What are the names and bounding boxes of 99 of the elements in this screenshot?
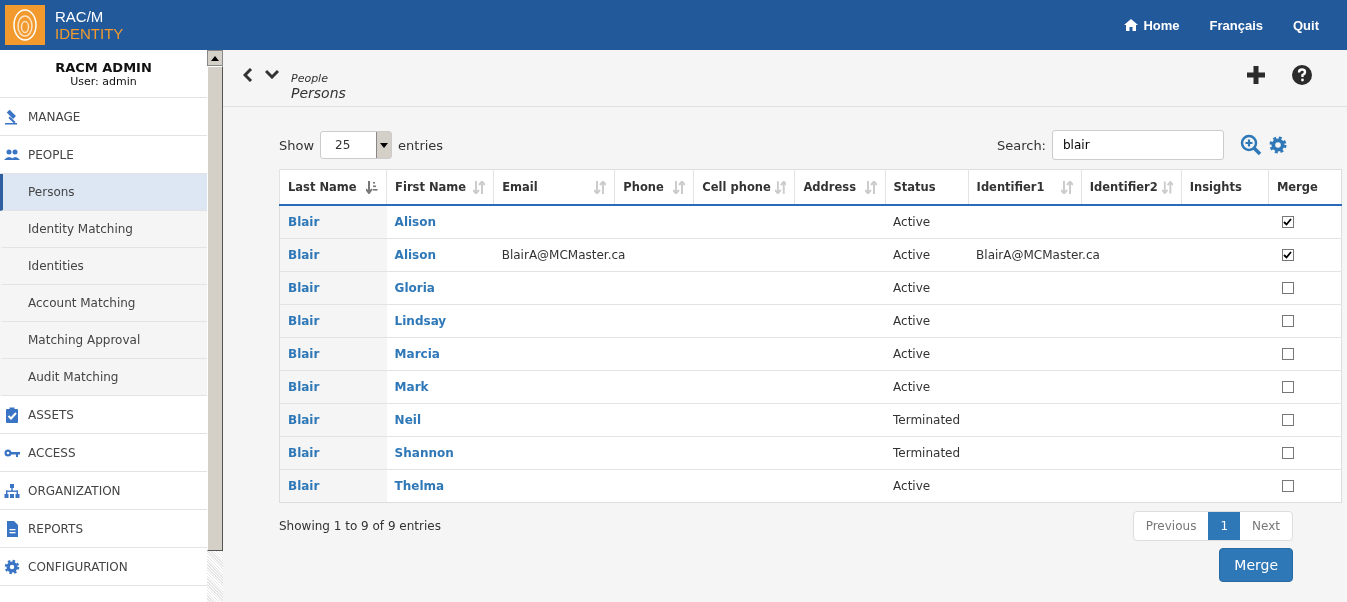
sidebar-item[interactable]: Persons <box>0 174 207 211</box>
dropdown-caret-icon <box>380 142 389 148</box>
nav-link[interactable]: Quit <box>1293 17 1319 33</box>
search-field[interactable]: blair <box>1052 130 1224 160</box>
table-cell: BlairA@MCMaster.ca <box>501 247 626 262</box>
logo-text: RAC/M <box>55 8 105 25</box>
sidebar-item[interactable]: Identities <box>0 248 207 285</box>
back-icon[interactable] <box>243 68 253 82</box>
column-header[interactable]: First Name <box>386 169 494 205</box>
plus-icon[interactable] <box>1246 65 1266 85</box>
help-icon[interactable] <box>1292 65 1312 85</box>
nav-link[interactable]: Home <box>1124 17 1180 33</box>
zoom-in-icon[interactable] <box>1240 134 1262 156</box>
table-cell: Active <box>893 346 931 361</box>
merge-checkbox[interactable] <box>1282 348 1295 360</box>
fingerprint-logo-icon <box>5 5 45 45</box>
table-cell[interactable]: Shannon <box>386 436 494 469</box>
table-cell: Active <box>893 313 931 328</box>
table-cell[interactable]: Blair <box>279 304 387 337</box>
sort-icon <box>594 180 607 194</box>
search-label: Search: <box>996 137 1046 153</box>
show-label: Show <box>279 137 315 153</box>
table-cell[interactable]: Blair <box>279 271 387 304</box>
pagination-button[interactable]: Next <box>1240 511 1292 540</box>
merge-checkbox[interactable] <box>1282 447 1295 459</box>
table-cell[interactable]: Blair <box>279 238 387 271</box>
table-cell[interactable]: Blair <box>279 436 387 469</box>
column-header[interactable]: Merge <box>1268 169 1342 205</box>
sidebar-item[interactable]: Account Matching <box>0 285 207 322</box>
gavel-icon <box>4 108 20 125</box>
table-cell[interactable]: Blair <box>279 370 387 403</box>
entries-label: entries <box>398 137 444 153</box>
table-cell: Active <box>893 379 931 394</box>
table-cell[interactable]: Gloria <box>386 271 494 304</box>
pagination-button[interactable]: Previous <box>1133 511 1209 540</box>
breadcrumb: People <box>291 72 329 85</box>
column-header[interactable]: Phone <box>614 169 694 205</box>
table-cell: Active <box>893 247 931 262</box>
user-label: User: admin <box>70 74 137 88</box>
sort-ascending-icon <box>366 180 379 194</box>
merge-button[interactable]: Merge <box>1219 547 1293 582</box>
table-cell: Terminated <box>893 445 961 460</box>
home-icon <box>1124 19 1139 31</box>
table-cell: BlairA@MCMaster.ca <box>976 247 1100 262</box>
table-cell[interactable]: Alison <box>386 238 494 271</box>
table-cell[interactable]: Blair <box>279 403 387 436</box>
sort-icon <box>774 180 787 194</box>
merge-checkbox[interactable] <box>1282 315 1295 327</box>
column-header[interactable]: Cell phone <box>693 169 795 205</box>
page-size-select[interactable]: 25 <box>320 131 393 159</box>
table-cell: Active <box>893 280 931 295</box>
logo-subtext: IDENTITY <box>55 25 124 42</box>
merge-checkbox[interactable] <box>1282 249 1295 261</box>
column-header[interactable]: Address <box>794 169 886 205</box>
merge-checkbox[interactable] <box>1282 414 1295 426</box>
merge-checkbox[interactable] <box>1282 480 1295 492</box>
pagination-button[interactable]: 1 <box>1208 511 1241 540</box>
nav-link[interactable]: Français <box>1209 17 1263 33</box>
table-cell: Terminated <box>893 412 961 427</box>
settings-icon[interactable] <box>1268 135 1288 155</box>
table-cell: Active <box>893 478 931 493</box>
scrollbar[interactable] <box>207 50 223 602</box>
clipboard-check-icon <box>4 406 20 423</box>
admin-title: RACM ADMIN <box>55 59 152 75</box>
table-cell[interactable]: Alison <box>386 205 494 238</box>
sort-icon <box>673 180 686 194</box>
sort-icon <box>1161 180 1173 194</box>
table-cell[interactable]: Blair <box>279 205 387 238</box>
sidebar-item[interactable]: Matching Approval <box>0 322 207 359</box>
merge-checkbox[interactable] <box>1282 282 1295 294</box>
scroll-up-arrow-icon[interactable] <box>211 55 219 61</box>
merge-checkbox[interactable] <box>1282 216 1295 229</box>
sort-icon <box>864 180 877 194</box>
table-cell[interactable]: Neil <box>386 403 494 436</box>
chevron-down-icon[interactable] <box>265 69 279 79</box>
hierarchy-icon <box>4 482 20 499</box>
sort-icon <box>473 180 486 194</box>
column-header[interactable]: Insights <box>1181 169 1269 205</box>
table-cell[interactable]: Lindsay <box>386 304 494 337</box>
merge-checkbox[interactable] <box>1282 381 1295 393</box>
page-title: Persons <box>291 85 346 101</box>
sidebar-item[interactable]: Audit Matching <box>0 359 207 396</box>
sidebar-section[interactable]: ASSETS <box>0 396 207 434</box>
column-header[interactable]: Status <box>885 169 969 205</box>
table-cell[interactable]: Thelma <box>386 469 494 502</box>
column-header[interactable]: Email <box>493 169 615 205</box>
table-cell[interactable]: Mark <box>386 370 494 403</box>
sidebar-section[interactable]: REPORTS <box>0 510 207 548</box>
entries-info: Showing 1 to 9 of 9 entries <box>279 518 441 533</box>
settings-icon <box>4 558 20 575</box>
table-cell[interactable]: Blair <box>279 469 387 502</box>
table-cell[interactable]: Blair <box>279 337 387 370</box>
sidebar-item[interactable]: Identity Matching <box>0 211 207 248</box>
column-header[interactable]: Identifier1 <box>968 169 1082 205</box>
table-cell: Active <box>893 214 931 229</box>
table-cell[interactable]: Marcia <box>386 337 494 370</box>
column-header[interactable]: Identifier2 <box>1081 169 1182 205</box>
sort-icon <box>1060 180 1073 194</box>
document-icon <box>4 520 20 537</box>
